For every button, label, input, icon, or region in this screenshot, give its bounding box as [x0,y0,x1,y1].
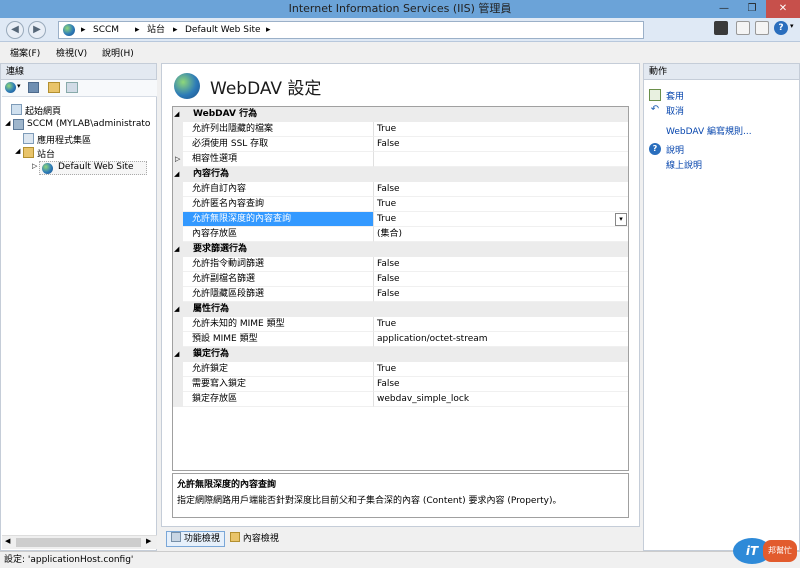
collapse-icon[interactable]: ◢ [174,107,179,122]
content-view-icon [230,532,240,542]
description-text: 指定網際網路用戶端能否針對深度比目前父和子集合深的內容 (Content) 要求… [177,496,562,506]
value-dropdown[interactable]: True [374,212,628,227]
scroll-thumb[interactable] [16,538,141,547]
webdav-globe-icon [174,73,200,99]
stop-icon[interactable] [736,21,750,35]
property-row[interactable]: 預設 MIME 類型 application/octet-stream [173,332,628,347]
dropdown-arrow-icon[interactable]: ▾ [615,213,627,226]
property-row[interactable]: 必須使用 SSL 存取 False [173,137,628,152]
close-button[interactable]: ✕ [766,0,800,18]
expand-icon[interactable]: ▷ [32,162,37,170]
property-row[interactable]: 允許指令動詞篩選 False [173,257,628,272]
minimize-button[interactable]: — [710,0,738,18]
webdav-authoring-rules-link[interactable]: WebDAV 編寫規則... [666,124,752,137]
breadcrumb-server[interactable]: SCCM [93,24,119,36]
property-row[interactable]: 需要寫入鎖定 False [173,377,628,392]
menu-file[interactable]: 檔案(F) [10,46,40,59]
help-icon[interactable]: ? [774,21,788,35]
start-page-icon [11,104,22,115]
remove-connection-icon[interactable] [66,82,78,93]
tab-content-view[interactable]: 內容檢視 [225,531,284,547]
status-bar: 設定: 'applicationHost.config' [0,551,800,568]
actions-header: 動作 [644,64,799,80]
watermark-logo: iT 邦幫忙 [733,536,797,566]
scroll-left-icon[interactable]: ◀ [5,537,10,545]
help-icon: ? [649,143,661,155]
features-view-icon [171,532,181,542]
property-row[interactable]: ▷ 相容性選項 [173,152,628,167]
folder-icon[interactable] [48,82,60,93]
page-title: WebDAV 設定 [210,79,322,99]
connect-dropdown-icon[interactable]: ▾ [17,82,21,90]
menu-view[interactable]: 檢視(V) [56,46,87,59]
status-text: 設定: 'applicationHost.config' [4,555,134,565]
description-panel: 允許無限深度的內容查詢 指定網際網路用戶端能否針對深度比目前父和子集合深的內容 … [172,473,629,518]
save-icon[interactable] [28,82,39,93]
expand-icon[interactable]: ▷ [175,152,180,167]
description-title: 允許無限深度的內容查詢 [177,480,277,490]
property-row[interactable]: 允許列出隱藏的檔案 True [173,122,628,137]
apply-icon [649,89,661,101]
collapse-icon[interactable]: ◢ [174,242,179,257]
tree-item-server[interactable]: ◢ SCCM (MYLAB\administrato [5,119,157,133]
online-help-link[interactable]: 線上說明 [666,158,702,171]
scroll-right-icon[interactable]: ▶ [146,537,151,545]
menu-help[interactable]: 說明(H) [102,46,134,59]
horizontal-scrollbar[interactable]: ◀ ▶ [2,535,157,549]
navigation-bar: ◀ ▶ ▸ SCCM ▸ 站台 ▸ Default Web Site ▸ ? ▾ [0,18,800,42]
collapse-icon[interactable]: ◢ [174,302,179,317]
cancel-link[interactable]: 取消 [666,104,684,117]
tree-item-default-site[interactable]: ▷ Default Web Site [32,161,147,175]
property-row[interactable]: 鎖定存放區 webdav_simple_lock [173,392,628,407]
breadcrumb-site[interactable]: Default Web Site [185,24,261,36]
server-icon [13,119,24,130]
property-row[interactable]: 內容存放區 (集合) [173,227,628,242]
property-grid: ◢ WebDAV 行為 允許列出隱藏的檔案 True 必須使用 SSL 存取 Fals… [172,106,629,471]
category-lock[interactable]: ◢ 鎖定行為 [173,347,628,362]
folder-icon [23,147,34,158]
globe-icon [63,24,75,36]
category-property[interactable]: ◢ 屬性行為 [173,302,628,317]
category-webdav[interactable]: ◢ WebDAV 行為 [173,107,628,122]
collapse-icon[interactable]: ◢ [174,167,179,182]
screen-icon[interactable] [714,21,728,35]
breadcrumb-sites[interactable]: 站台 [147,24,165,36]
connections-panel: 連線 ▾ 起始網頁 ◢ SCCM (MYLAB\administrato 應用程… [0,63,157,551]
back-button[interactable]: ◀ [6,21,24,39]
property-row[interactable]: 允許鎖定 True [173,362,628,377]
property-row[interactable]: 允許自訂內容 False [173,182,628,197]
actions-panel: 動作 套用 ↶ 取消 WebDAV 編寫規則... ? 說明 線上說明 [643,63,800,551]
connect-icon[interactable] [5,82,16,93]
property-row[interactable]: 允許隱藏區段篩選 False [173,287,628,302]
home-icon[interactable] [755,21,769,35]
property-row[interactable]: 允許匿名內容查詢 True [173,197,628,212]
apply-link[interactable]: 套用 [666,89,684,102]
tab-features-view[interactable]: 功能檢視 [166,531,225,547]
address-bar[interactable]: ▸ SCCM ▸ 站台 ▸ Default Web Site ▸ [58,21,644,39]
menu-bar: 檔案(F) 檢視(V) 說明(H) [0,43,800,61]
property-row[interactable]: 允許未知的 MIME 類型 True [173,317,628,332]
maximize-button[interactable]: ❐ [738,0,766,18]
collapse-icon[interactable]: ◢ [15,147,20,155]
property-row-selected[interactable]: 允許無限深度的內容查詢 True ▾ [173,212,628,227]
property-row[interactable]: 允許副檔名篩選 False [173,272,628,287]
collapse-icon[interactable]: ◢ [174,347,179,362]
category-content[interactable]: ◢ 內容行為 [173,167,628,182]
app-pool-icon [23,133,34,144]
connections-header: 連線 [1,64,156,80]
website-icon [42,163,53,174]
main-panel: WebDAV 設定 ◢ WebDAV 行為 允許列出隱藏的檔案 True 必須使用 … [161,63,640,527]
collapse-icon[interactable]: ◢ [5,119,10,127]
category-request-filtering[interactable]: ◢ 要求篩選行為 [173,242,628,257]
cancel-icon: ↶ [650,104,660,115]
help-link[interactable]: 說明 [666,143,684,156]
connections-toolbar: ▾ [2,80,157,97]
window-title: Internet Information Services (IIS) 管理員 [288,2,512,15]
view-tabs: 功能檢視 內容檢視 [161,529,640,549]
help-dropdown-icon[interactable]: ▾ [790,22,794,30]
forward-button[interactable]: ▶ [28,21,46,39]
